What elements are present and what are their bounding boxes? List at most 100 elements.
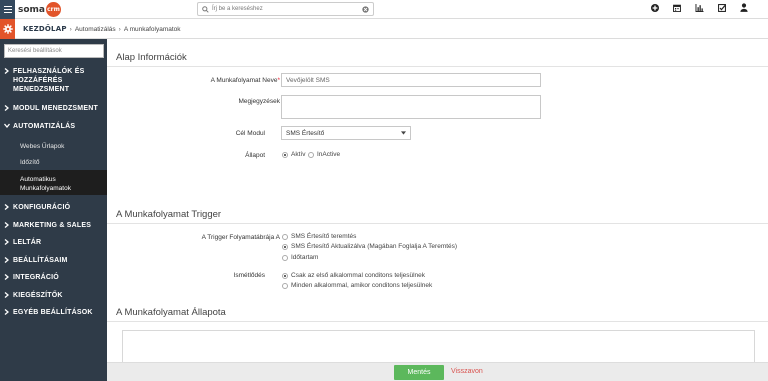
clear-search-icon[interactable] — [362, 5, 369, 13]
caret-down-icon — [401, 131, 406, 135]
notes-label: Megjegyzések — [238, 98, 280, 105]
trigger-duration-radio[interactable]: Időtartam — [282, 254, 318, 261]
radio-label: SMS Értesítő Aktualizálva (Magában Fogla… — [291, 243, 458, 250]
radio-selected-icon — [282, 243, 288, 250]
trigger-title: A Munkafolyamat Trigger — [116, 209, 222, 220]
calendar-icon[interactable] — [673, 4, 681, 12]
global-search[interactable]: Írj be a kereséshez — [197, 2, 374, 16]
section-divider — [107, 321, 768, 322]
workflow-name-label: A Munkafolyamat Neve* — [167, 77, 280, 84]
state-label: Állapot — [245, 152, 265, 159]
radio-label: SMS Értesítő teremtés — [291, 233, 357, 240]
chevron-right-icon — [0, 238, 13, 245]
chevron-right-icon — [0, 308, 13, 315]
sidebar-item-label: KIEGÉSZÍTŐK — [13, 292, 63, 299]
radio-unselected-icon — [282, 233, 288, 240]
sidebar-subitem-label: Automatikus Munkafolyamatok — [20, 176, 71, 192]
radio-selected-icon — [282, 272, 288, 279]
cancel-link[interactable]: Visszavon — [451, 368, 483, 375]
radio-label: Időtartam — [291, 254, 319, 261]
settings-toggle[interactable] — [0, 19, 15, 39]
basic-info-title: Alap Információk — [116, 52, 187, 63]
sidebar-item-extensions[interactable]: KIEGÉSZÍTŐK — [0, 291, 107, 300]
checkbox-icon[interactable] — [718, 3, 726, 12]
app-logo[interactable]: soma crm — [18, 2, 61, 17]
breadcrumb-home[interactable]: KEZDŐLAP — [23, 25, 67, 33]
bar-chart-icon[interactable] — [695, 3, 704, 12]
sidebar-item-integration[interactable]: INTEGRÁCIÓ — [0, 273, 107, 282]
sidebar-item-inventory[interactable]: LELTÁR — [0, 238, 107, 247]
breadcrumb-separator-icon: › — [118, 25, 121, 33]
sidebar-item-label: BEÁLLÍTÁSAIM — [13, 257, 68, 264]
required-marker: * — [277, 77, 280, 84]
radio-label: Aktív — [291, 151, 306, 158]
sidebar-item-label: MARKETING & SALES — [13, 222, 92, 229]
trigger-create-radio[interactable]: SMS Értesítő teremtés — [282, 233, 356, 240]
radio-unselected-icon — [308, 151, 314, 158]
breadcrumb: KEZDŐLAP › Automatizálás › A munkafolyam… — [23, 19, 181, 39]
sidebar-item-label: FELHASZNÁLÓK ÉS HOZZÁFÉRÉS MENEDZSMENT — [13, 68, 85, 93]
sidebar-item-my-settings[interactable]: BEÁLLÍTÁSAIM — [0, 256, 107, 265]
chevron-down-icon — [0, 122, 13, 128]
notes-textarea[interactable] — [281, 95, 541, 119]
section-divider — [107, 66, 768, 67]
breadcrumb-separator-icon: › — [69, 25, 72, 33]
chevron-right-icon — [0, 256, 13, 263]
sidebar-subitem-webforms[interactable]: Webes Űrlapok — [20, 142, 64, 151]
sidebar-subitem-workflows-active[interactable]: Automatikus Munkafolyamatok — [0, 170, 107, 195]
form-footer: Mentés Visszavon — [107, 362, 768, 381]
workflow-name-input[interactable]: Vevőjelölt SMS — [281, 73, 541, 87]
gear-icon — [2, 24, 13, 34]
save-button[interactable]: Mentés — [394, 365, 444, 380]
target-module-select[interactable]: SMS Értesítő — [281, 126, 411, 140]
repeat-every-time-radio[interactable]: Minden alkalommal, amikor conditons telj… — [282, 282, 432, 289]
sidebar-item-module-management[interactable]: MODUL MENEDZSMENT — [0, 104, 107, 113]
sidebar-item-label: KONFIGURÁCIÓ — [13, 204, 71, 211]
user-icon[interactable] — [740, 3, 748, 12]
top-bar: soma crm Írj be a kereséshez — [0, 0, 768, 19]
repeat-label: Ismétlődés — [233, 272, 265, 279]
workflow-state-title: A Munkafolyamat Állapota — [116, 307, 226, 318]
radio-unselected-icon — [282, 254, 288, 261]
logo-badge: crm — [46, 2, 61, 17]
repeat-first-time-radio[interactable]: Csak az első alkalommal conditons teljes… — [282, 272, 425, 279]
radio-label: Minden alkalommal, amikor conditons telj… — [291, 282, 433, 289]
settings-sidebar: Keresési beállítások FELHASZNÁLÓK ÉS HOZ… — [0, 39, 107, 381]
plus-circle-icon[interactable] — [651, 3, 659, 12]
radio-label: InActive — [317, 151, 341, 158]
search-input[interactable]: Írj be a kereséshez — [212, 6, 362, 12]
chevron-right-icon — [0, 67, 13, 74]
state-inactive-radio[interactable]: InActive — [308, 151, 340, 158]
sidebar-item-configuration[interactable]: KONFIGURÁCIÓ — [0, 203, 107, 212]
chevron-right-icon — [0, 203, 13, 210]
sidebar-item-marketing-sales[interactable]: MARKETING & SALES — [0, 221, 107, 230]
chevron-right-icon — [0, 273, 13, 280]
workflow-editor: Alap Információk A Munkafolyamat Neve* V… — [107, 39, 768, 381]
chevron-right-icon — [0, 221, 13, 228]
sidebar-item-automation[interactable]: AUTOMATIZÁLÁS — [0, 122, 107, 131]
sidebar-item-label: MODUL MENEDZSMENT — [13, 105, 98, 112]
sidebar-search-input[interactable]: Keresési beállítások — [4, 44, 104, 58]
state-active-radio[interactable]: Aktív — [282, 151, 305, 158]
radio-label: Csak az első alkalommal conditons teljes… — [291, 272, 426, 279]
target-module-label: Cél Modul — [235, 130, 265, 137]
trigger-flow-label: A Trigger Folyamatábrája A — [201, 234, 280, 241]
menu-icon[interactable] — [0, 0, 15, 19]
breadcrumb-automation[interactable]: Automatizálás — [75, 26, 116, 33]
breadcrumb-workflows: A munkafolyamatok — [123, 25, 181, 33]
sidebar-item-label: AUTOMATIZÁLÁS — [13, 123, 76, 130]
chevron-right-icon — [0, 104, 13, 111]
chevron-right-icon — [0, 291, 13, 298]
section-divider — [107, 223, 768, 224]
workflow-name-label-text: A Munkafolyamat Neve — [210, 77, 278, 84]
sidebar-item-label: INTEGRÁCIÓ — [13, 274, 59, 281]
sidebar-item-label: EGYÉB BEÁLLÍTÁSOK — [13, 309, 93, 316]
sidebar-item-other-settings[interactable]: EGYÉB BEÁLLÍTÁSOK — [0, 308, 107, 317]
breadcrumb-bar: KEZDŐLAP › Automatizálás › A munkafolyam… — [0, 19, 768, 39]
sidebar-subitem-scheduler[interactable]: Időzítő — [20, 158, 40, 167]
sidebar-item-label: LELTÁR — [13, 239, 42, 246]
target-module-value: SMS Értesítő — [286, 129, 325, 137]
search-icon — [202, 5, 209, 13]
trigger-update-radio[interactable]: SMS Értesítő Aktualizálva (Magában Fogla… — [282, 243, 457, 250]
sidebar-item-users-access[interactable]: FELHASZNÁLÓK ÉS HOZZÁFÉRÉS MENEDZSMENT — [0, 67, 107, 94]
